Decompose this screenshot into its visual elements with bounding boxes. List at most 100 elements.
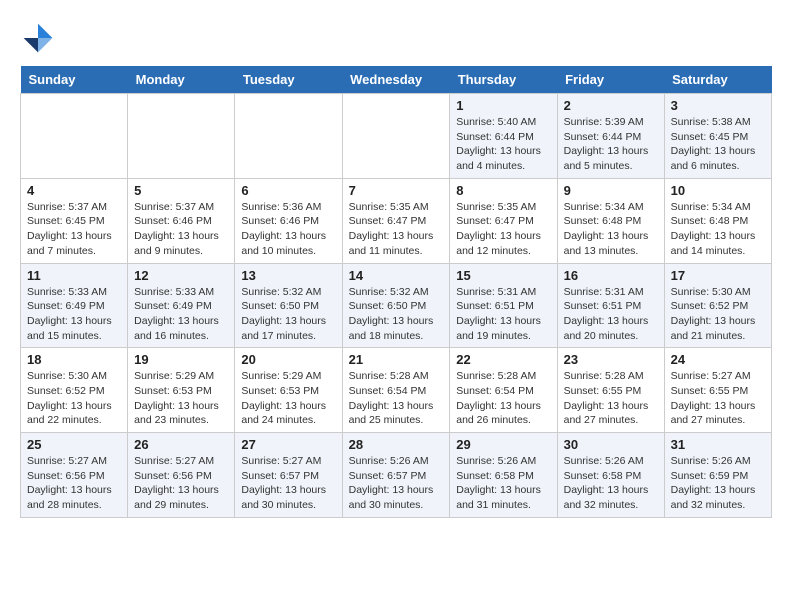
day-number: 20 <box>241 352 335 367</box>
calendar-cell: 24 Sunrise: 5:27 AM Sunset: 6:55 PM Dayli… <box>664 348 771 433</box>
logo <box>20 20 60 56</box>
day-number: 31 <box>671 437 765 452</box>
day-number: 28 <box>349 437 444 452</box>
calendar-cell: 17 Sunrise: 5:30 AM Sunset: 6:52 PM Dayli… <box>664 263 771 348</box>
day-info: Sunrise: 5:27 AM Sunset: 6:56 PM Dayligh… <box>27 454 121 513</box>
day-number: 16 <box>564 268 658 283</box>
day-number: 17 <box>671 268 765 283</box>
calendar-cell: 9 Sunrise: 5:34 AM Sunset: 6:48 PM Daylig… <box>557 178 664 263</box>
day-info: Sunrise: 5:33 AM Sunset: 6:49 PM Dayligh… <box>27 285 121 344</box>
day-number: 4 <box>27 183 121 198</box>
calendar-cell: 13Sunrise: 5:32 AM Sunset: 6:50 PM Dayli… <box>235 263 342 348</box>
calendar-cell: 6 Sunrise: 5:36 AM Sunset: 6:46 PM Daylig… <box>235 178 342 263</box>
day-info: Sunrise: 5:30 AM Sunset: 6:52 PM Dayligh… <box>671 285 765 344</box>
calendar-cell: 14Sunrise: 5:32 AM Sunset: 6:50 PM Dayli… <box>342 263 450 348</box>
header <box>20 20 772 56</box>
day-info: Sunrise: 5:37 AM Sunset: 6:46 PM Dayligh… <box>134 200 228 259</box>
day-header-tuesday: Tuesday <box>235 66 342 94</box>
day-info: Sunrise: 5:33 AM Sunset: 6:49 PM Dayligh… <box>134 285 228 344</box>
calendar-cell: 22Sunrise: 5:28 AM Sunset: 6:54 PM Dayli… <box>450 348 557 433</box>
header-row: SundayMondayTuesdayWednesdayThursdayFrid… <box>21 66 772 94</box>
calendar-cell <box>128 94 235 179</box>
day-info: Sunrise: 5:39 AM Sunset: 6:44 PM Dayligh… <box>564 115 658 174</box>
day-info: Sunrise: 5:38 AM Sunset: 6:45 PM Dayligh… <box>671 115 765 174</box>
calendar-cell: 20 Sunrise: 5:29 AM Sunset: 6:53 PM Dayli… <box>235 348 342 433</box>
day-header-wednesday: Wednesday <box>342 66 450 94</box>
day-number: 11 <box>27 268 121 283</box>
day-number: 3 <box>671 98 765 113</box>
week-row-1: 1Sunrise: 5:40 AM Sunset: 6:44 PM Daylig… <box>21 94 772 179</box>
calendar-cell: 30Sunrise: 5:26 AM Sunset: 6:58 PM Dayli… <box>557 433 664 518</box>
calendar-cell: 1Sunrise: 5:40 AM Sunset: 6:44 PM Daylig… <box>450 94 557 179</box>
calendar-cell: 25 Sunrise: 5:27 AM Sunset: 6:56 PM Dayli… <box>21 433 128 518</box>
day-info: Sunrise: 5:26 AM Sunset: 6:57 PM Dayligh… <box>349 454 444 513</box>
day-number: 18 <box>27 352 121 367</box>
calendar-cell: 10 Sunrise: 5:34 AM Sunset: 6:48 PM Dayli… <box>664 178 771 263</box>
calendar-cell: 8 Sunrise: 5:35 AM Sunset: 6:47 PM Daylig… <box>450 178 557 263</box>
week-row-4: 18 Sunrise: 5:30 AM Sunset: 6:52 PM Dayli… <box>21 348 772 433</box>
day-number: 10 <box>671 183 765 198</box>
calendar-cell: 12 Sunrise: 5:33 AM Sunset: 6:49 PM Dayli… <box>128 263 235 348</box>
day-number: 24 <box>671 352 765 367</box>
day-info: Sunrise: 5:31 AM Sunset: 6:51 PM Dayligh… <box>456 285 550 344</box>
day-number: 1 <box>456 98 550 113</box>
day-number: 29 <box>456 437 550 452</box>
day-header-friday: Friday <box>557 66 664 94</box>
day-info: Sunrise: 5:29 AM Sunset: 6:53 PM Dayligh… <box>241 369 335 428</box>
calendar-cell: 29 Sunrise: 5:26 AM Sunset: 6:58 PM Dayli… <box>450 433 557 518</box>
day-number: 15 <box>456 268 550 283</box>
day-info: Sunrise: 5:26 AM Sunset: 6:58 PM Dayligh… <box>564 454 658 513</box>
calendar-cell: 2 Sunrise: 5:39 AM Sunset: 6:44 PM Daylig… <box>557 94 664 179</box>
day-number: 14 <box>349 268 444 283</box>
calendar-cell <box>21 94 128 179</box>
day-number: 2 <box>564 98 658 113</box>
day-info: Sunrise: 5:30 AM Sunset: 6:52 PM Dayligh… <box>27 369 121 428</box>
day-number: 5 <box>134 183 228 198</box>
calendar-cell: 11 Sunrise: 5:33 AM Sunset: 6:49 PM Dayli… <box>21 263 128 348</box>
calendar-cell: 18 Sunrise: 5:30 AM Sunset: 6:52 PM Dayli… <box>21 348 128 433</box>
day-header-thursday: Thursday <box>450 66 557 94</box>
day-info: Sunrise: 5:34 AM Sunset: 6:48 PM Dayligh… <box>564 200 658 259</box>
calendar-cell: 3 Sunrise: 5:38 AM Sunset: 6:45 PM Daylig… <box>664 94 771 179</box>
day-info: Sunrise: 5:27 AM Sunset: 6:55 PM Dayligh… <box>671 369 765 428</box>
day-info: Sunrise: 5:27 AM Sunset: 6:57 PM Dayligh… <box>241 454 335 513</box>
day-number: 25 <box>27 437 121 452</box>
day-info: Sunrise: 5:29 AM Sunset: 6:53 PM Dayligh… <box>134 369 228 428</box>
day-info: Sunrise: 5:26 AM Sunset: 6:58 PM Dayligh… <box>456 454 550 513</box>
day-info: Sunrise: 5:32 AM Sunset: 6:50 PM Dayligh… <box>241 285 335 344</box>
day-info: Sunrise: 5:28 AM Sunset: 6:54 PM Dayligh… <box>349 369 444 428</box>
day-info: Sunrise: 5:27 AM Sunset: 6:56 PM Dayligh… <box>134 454 228 513</box>
day-header-sunday: Sunday <box>21 66 128 94</box>
day-number: 19 <box>134 352 228 367</box>
calendar-cell <box>235 94 342 179</box>
week-row-5: 25 Sunrise: 5:27 AM Sunset: 6:56 PM Dayli… <box>21 433 772 518</box>
day-number: 23 <box>564 352 658 367</box>
calendar-cell: 15 Sunrise: 5:31 AM Sunset: 6:51 PM Dayli… <box>450 263 557 348</box>
day-number: 21 <box>349 352 444 367</box>
day-number: 9 <box>564 183 658 198</box>
day-number: 6 <box>241 183 335 198</box>
day-number: 8 <box>456 183 550 198</box>
day-header-monday: Monday <box>128 66 235 94</box>
calendar-cell: 27 Sunrise: 5:27 AM Sunset: 6:57 PM Dayli… <box>235 433 342 518</box>
day-info: Sunrise: 5:34 AM Sunset: 6:48 PM Dayligh… <box>671 200 765 259</box>
calendar-cell: 16 Sunrise: 5:31 AM Sunset: 6:51 PM Dayli… <box>557 263 664 348</box>
day-number: 26 <box>134 437 228 452</box>
day-info: Sunrise: 5:37 AM Sunset: 6:45 PM Dayligh… <box>27 200 121 259</box>
day-info: Sunrise: 5:35 AM Sunset: 6:47 PM Dayligh… <box>456 200 550 259</box>
calendar-cell <box>342 94 450 179</box>
week-row-2: 4 Sunrise: 5:37 AM Sunset: 6:45 PM Daylig… <box>21 178 772 263</box>
day-number: 12 <box>134 268 228 283</box>
week-row-3: 11 Sunrise: 5:33 AM Sunset: 6:49 PM Dayli… <box>21 263 772 348</box>
day-info: Sunrise: 5:36 AM Sunset: 6:46 PM Dayligh… <box>241 200 335 259</box>
calendar-cell: 7Sunrise: 5:35 AM Sunset: 6:47 PM Daylig… <box>342 178 450 263</box>
calendar-table: SundayMondayTuesdayWednesdayThursdayFrid… <box>20 66 772 518</box>
logo-icon <box>20 20 56 56</box>
calendar-cell: 28 Sunrise: 5:26 AM Sunset: 6:57 PM Dayli… <box>342 433 450 518</box>
day-info: Sunrise: 5:31 AM Sunset: 6:51 PM Dayligh… <box>564 285 658 344</box>
day-number: 27 <box>241 437 335 452</box>
calendar-cell: 5 Sunrise: 5:37 AM Sunset: 6:46 PM Daylig… <box>128 178 235 263</box>
day-info: Sunrise: 5:26 AM Sunset: 6:59 PM Dayligh… <box>671 454 765 513</box>
day-number: 22 <box>456 352 550 367</box>
page-container: SundayMondayTuesdayWednesdayThursdayFrid… <box>20 20 772 518</box>
